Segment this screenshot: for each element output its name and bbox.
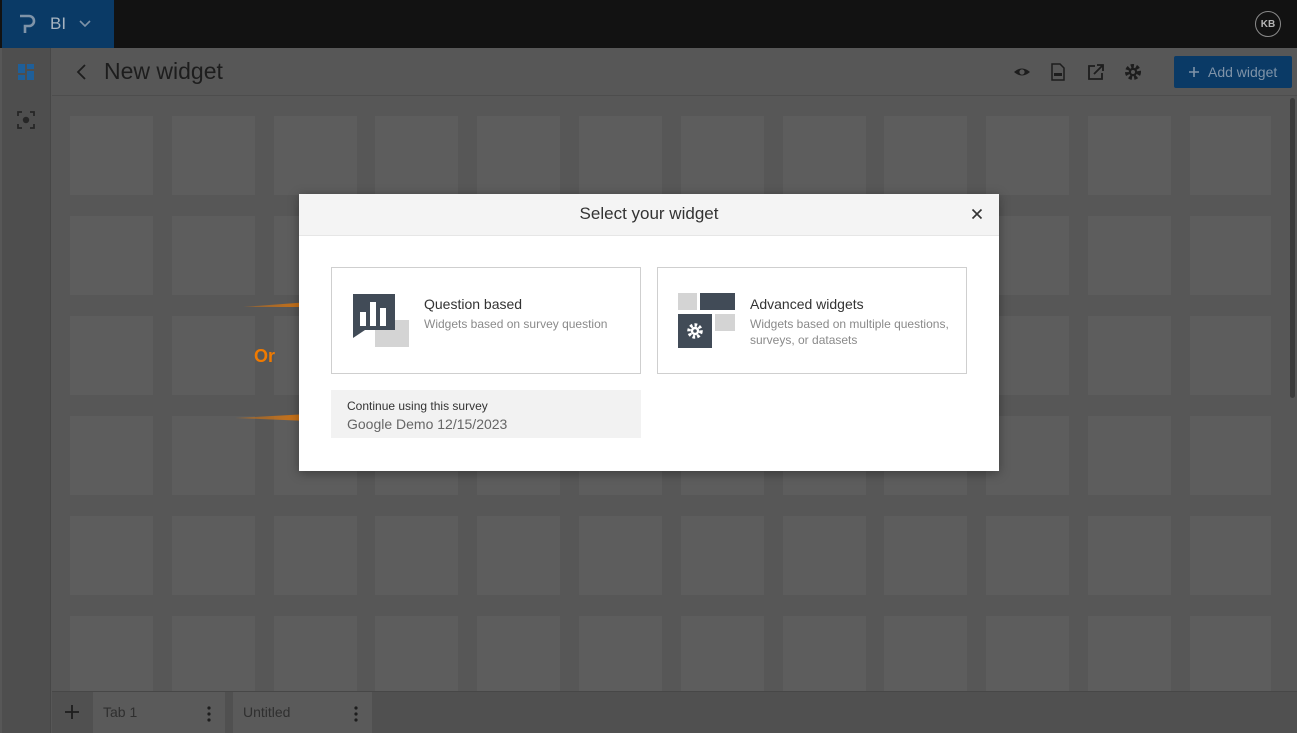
advanced-widgets-option[interactable]: Advanced widgets Widgets based on multip… [657,267,967,374]
preview-eye-icon[interactable] [1012,62,1032,82]
top-bar: BI KB [0,0,1297,48]
grid-placeholder-cell [70,116,153,195]
question-based-option[interactable]: Question based Widgets based on survey q… [331,267,641,374]
grid-placeholder-cell [1088,416,1171,495]
grid-placeholder-cell [70,416,153,495]
grid-placeholder-cell [1190,616,1271,691]
grid-placeholder-cell [477,516,560,595]
grid-placeholder-cell [579,116,662,195]
continue-label: Continue using this survey [347,399,488,413]
grid-placeholder-cell [172,316,255,395]
select-widget-modal: Select your widget Question based Widget… [299,194,999,471]
settings-gear-icon[interactable] [1123,62,1143,82]
grid-placeholder-cell [884,116,967,195]
grid-placeholder-cell [172,116,255,195]
tab-label: Tab 1 [103,704,138,720]
grid-placeholder-cell [783,616,866,691]
grid-placeholder-cell [1190,216,1271,295]
grid-placeholder-cell [172,216,255,295]
grid-placeholder-cell [1088,216,1171,295]
pdf-export-icon[interactable] [1048,62,1068,82]
tab-bar: Tab 1 Untitled [52,691,1297,733]
more-vertical-icon[interactable] [207,706,211,722]
modal-title: Select your widget [579,204,719,223]
grid-placeholder-cell [1088,516,1171,595]
grid-placeholder-cell [1190,516,1271,595]
grid-placeholder-cell [884,516,967,595]
grid-placeholder-cell [274,616,357,691]
option-description: Widgets based on multiple questions, sur… [750,317,949,347]
modal-header: Select your widget [299,194,999,236]
option-description: Widgets based on survey question [424,317,608,331]
share-icon[interactable] [1086,62,1106,82]
grid-placeholder-cell [681,616,764,691]
grid-placeholder-cell [1088,116,1171,195]
dashboard-icon[interactable] [17,63,35,81]
grid-placeholder-cell [1190,316,1271,395]
grid-placeholder-cell [986,616,1069,691]
grid-placeholder-cell [1088,616,1171,691]
grid-placeholder-cell [70,216,153,295]
grid-placeholder-cell [70,316,153,395]
app-switcher[interactable]: BI [2,0,114,48]
tab-untitled[interactable]: Untitled [233,692,372,733]
continue-survey-button[interactable]: Continue using this survey Google Demo 1… [331,390,641,438]
grid-placeholder-cell [1190,116,1271,195]
grid-placeholder-cell [70,516,153,595]
close-icon[interactable] [971,208,983,220]
option-title: Question based [424,296,523,312]
grid-placeholder-cell [1190,416,1271,495]
grid-placeholder-cell [681,516,764,595]
plus-icon [1189,67,1199,77]
grid-placeholder-cell [579,516,662,595]
grid-placeholder-cell [986,116,1069,195]
vertical-scrollbar[interactable] [1290,98,1295,398]
add-tab-plus-icon[interactable] [62,702,82,722]
grid-placeholder-cell [477,616,560,691]
grid-placeholder-cell [274,116,357,195]
grid-placeholder-cell [579,616,662,691]
tab-label: Untitled [243,704,291,720]
add-widget-button[interactable]: Add widget [1174,56,1292,88]
app-name: BI [50,14,67,33]
focus-scan-icon[interactable] [17,111,35,129]
grid-placeholder-cell [375,616,458,691]
more-vertical-icon[interactable] [354,706,358,722]
add-widget-label: Add widget [1208,64,1278,80]
grid-placeholder-cell [70,616,153,691]
grid-placeholder-cell [274,516,357,595]
grid-placeholder-cell [986,516,1069,595]
grid-placeholder-cell [783,516,866,595]
grid-placeholder-cell [884,616,967,691]
survey-name: Google Demo 12/15/2023 [347,416,508,432]
grid-placeholder-cell [681,116,764,195]
option-title: Advanced widgets [750,296,864,312]
chevron-down-icon [79,20,91,28]
page-title: New widget [104,58,223,84]
back-arrow-icon[interactable] [74,62,90,82]
left-rail [2,48,51,733]
question-chart-icon [353,294,409,347]
grid-placeholder-cell [375,516,458,595]
grid-placeholder-cell [172,516,255,595]
grid-placeholder-cell [172,616,255,691]
advanced-widgets-icon [678,293,735,348]
avatar[interactable]: KB [1255,11,1281,37]
or-annotation: Or [254,346,276,366]
grid-placeholder-cell [1088,316,1171,395]
tab-1[interactable]: Tab 1 [93,692,225,733]
grid-placeholder-cell [477,116,560,195]
grid-placeholder-cell [375,116,458,195]
page-header: New widget Add widget [52,48,1297,96]
grid-placeholder-cell [783,116,866,195]
logo-icon [20,14,36,33]
